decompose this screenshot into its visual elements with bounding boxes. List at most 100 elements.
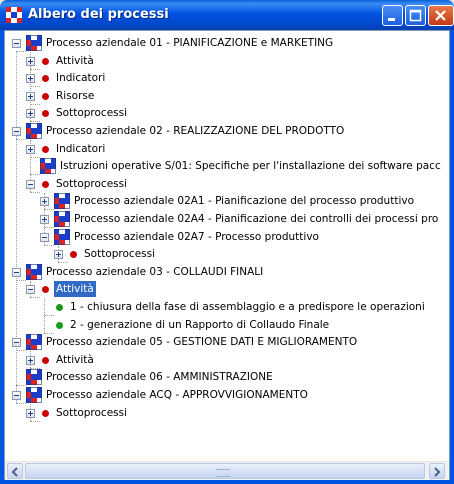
tree-node[interactable]: Processo aziendale 02A7 - Processo produ…	[5, 228, 449, 246]
red-dot-icon	[42, 75, 49, 83]
minimize-icon	[388, 18, 395, 21]
green-dot-icon	[56, 304, 63, 311]
process-icon	[26, 387, 42, 403]
process-icon	[26, 369, 42, 386]
app-icon	[6, 7, 22, 23]
tree-node-label: Processo aziendale 01 - PIANIFICAZIONE e…	[46, 37, 334, 49]
process-icon	[54, 211, 70, 227]
collapse-icon[interactable]	[12, 267, 21, 277]
tree-node[interactable]: 1 - chiusura della fase di assemblaggio …	[5, 299, 449, 316]
tree-node-label: 1 - chiusura della fase di assemblaggio …	[70, 301, 425, 313]
tree-node-label: Processo aziendale 06 - AMMINISTRAZIONE	[46, 371, 273, 384]
tree-node-label: Processo aziendale 05 - GESTIONE DATI E …	[46, 336, 358, 349]
tree-node-label: Indicatori	[56, 142, 106, 155]
expand-icon[interactable]	[54, 250, 63, 260]
tree-node-label: Istruzioni operative S/01: Specifiche pe…	[60, 160, 441, 173]
tree-node-label: Sottoprocessi	[84, 248, 156, 261]
green-dot-icon	[56, 321, 63, 329]
expand-icon[interactable]	[40, 197, 49, 207]
tree-node[interactable]: 2 - generazione di un Rapporto di Collau…	[5, 317, 449, 334]
expand-icon[interactable]	[26, 109, 35, 119]
process-icon	[26, 123, 42, 139]
tree-node[interactable]: Indicatori	[5, 141, 449, 158]
tree-node-label: Processo aziendale 02A1 - Pianificazione…	[74, 195, 414, 208]
red-dot-icon	[42, 110, 49, 118]
process-icon	[26, 334, 42, 351]
tree-node[interactable]: Sottoprocessi	[5, 246, 449, 263]
scroll-right-button[interactable]	[429, 463, 445, 479]
red-dot-icon	[42, 145, 49, 153]
minimize-button[interactable]	[382, 5, 403, 26]
red-dot-icon	[42, 92, 49, 100]
window-frame: Processo aziendale 01 - PIANIFICAZIONE e…	[0, 30, 454, 484]
left-arrow-icon	[11, 467, 18, 477]
tree-node[interactable]: Processo aziendale 02A4 - Pianificazione…	[5, 211, 449, 228]
tree-node[interactable]: Processo aziendale 02 - REALIZZAZIONE DE…	[5, 123, 449, 140]
collapse-icon[interactable]	[12, 39, 21, 48]
tree-node[interactable]: Processo aziendale 05 - GESTIONE DATI E …	[5, 334, 449, 351]
tree-node-label: Sottoprocessi	[56, 107, 128, 120]
tree-node[interactable]: Indicatori	[5, 70, 449, 87]
red-dot-icon	[70, 251, 77, 259]
tree-node[interactable]: Risorse	[5, 88, 449, 105]
tree-node[interactable]: Sottoprocessi	[5, 176, 449, 193]
tree-node[interactable]: Processo aziendale ACQ - APPROVVIGIONAME…	[5, 387, 449, 404]
process-icon	[26, 263, 42, 280]
tree-node[interactable]: Attività	[5, 352, 449, 369]
tree-node[interactable]: Processo aziendale 02A1 - Pianificazione…	[5, 193, 449, 210]
expand-icon[interactable]	[26, 56, 35, 66]
tree-node[interactable]: Processo aziendale 03 - COLLAUDI FINALI	[5, 263, 449, 281]
title-bar[interactable]: Albero dei processi	[0, 0, 454, 30]
tree-node-label: Processo aziendale 03 - COLLAUDI FINALI	[46, 265, 264, 278]
tree-node-label: Sottoprocessi	[56, 177, 128, 190]
red-dot-icon	[42, 356, 49, 364]
red-dot-icon	[42, 57, 49, 65]
collapse-icon[interactable]	[12, 338, 21, 348]
tree-node-label: Processo aziendale 02A7 - Processo produ…	[74, 230, 319, 243]
scroll-thumb[interactable]	[25, 463, 425, 479]
collapse-icon[interactable]	[40, 232, 49, 242]
tree-node-label: Attività	[54, 281, 96, 298]
scroll-left-button[interactable]	[7, 463, 23, 479]
tree-node-label: Attività	[56, 353, 94, 366]
tree-node-label: Indicatori	[56, 72, 106, 85]
red-dot-icon	[42, 409, 49, 417]
maximize-icon	[409, 9, 422, 22]
right-arrow-icon	[434, 467, 441, 477]
close-button[interactable]	[428, 5, 454, 26]
close-icon	[435, 10, 446, 21]
horizontal-scrollbar[interactable]	[5, 461, 449, 480]
tree-node-label: Attività	[56, 54, 94, 67]
tree-node[interactable]: Istruzioni operative S/01: Specifiche pe…	[5, 158, 449, 175]
process-icon	[40, 158, 56, 175]
collapse-icon[interactable]	[26, 285, 35, 295]
collapse-icon[interactable]	[12, 127, 21, 136]
collapse-icon[interactable]	[26, 179, 35, 189]
red-dot-icon	[42, 286, 49, 294]
expand-icon[interactable]	[26, 74, 35, 84]
process-icon	[54, 228, 70, 245]
maximize-button[interactable]	[405, 5, 426, 26]
tree-node-label: 2 - generazione di un Rapporto di Collau…	[70, 318, 330, 331]
process-tree[interactable]: Processo aziendale 01 - PIANIFICAZIONE e…	[5, 31, 449, 461]
tree-node[interactable]: Sottoprocessi	[5, 105, 449, 122]
expand-icon[interactable]	[26, 355, 35, 365]
tree-node[interactable]: Processo aziendale 06 - AMMINISTRAZIONE	[5, 369, 449, 386]
tree-node-label: Processo aziendale 02 - REALIZZAZIONE DE…	[46, 125, 345, 137]
expand-icon[interactable]	[40, 215, 49, 224]
expand-icon[interactable]	[26, 408, 35, 418]
process-icon	[26, 35, 42, 51]
tree-node[interactable]: Sottoprocessi	[5, 405, 449, 422]
tree-node[interactable]: Processo aziendale 01 - PIANIFICAZIONE e…	[5, 35, 449, 52]
client-area: Processo aziendale 01 - PIANIFICAZIONE e…	[4, 30, 450, 480]
process-icon	[54, 193, 70, 210]
expand-icon[interactable]	[26, 91, 35, 101]
app-window: Albero dei processi Processo aziendale 0…	[0, 0, 454, 484]
tree-node[interactable]: Attività	[5, 53, 449, 70]
tree-node-selected[interactable]: Attività	[5, 281, 449, 298]
tree-node-label: Sottoprocessi	[56, 406, 128, 419]
expand-icon[interactable]	[26, 144, 35, 154]
collapse-icon[interactable]	[12, 391, 21, 400]
tree-node-label: Processo aziendale ACQ - APPROVVIGIONAME…	[46, 389, 308, 401]
red-dot-icon	[42, 180, 49, 188]
